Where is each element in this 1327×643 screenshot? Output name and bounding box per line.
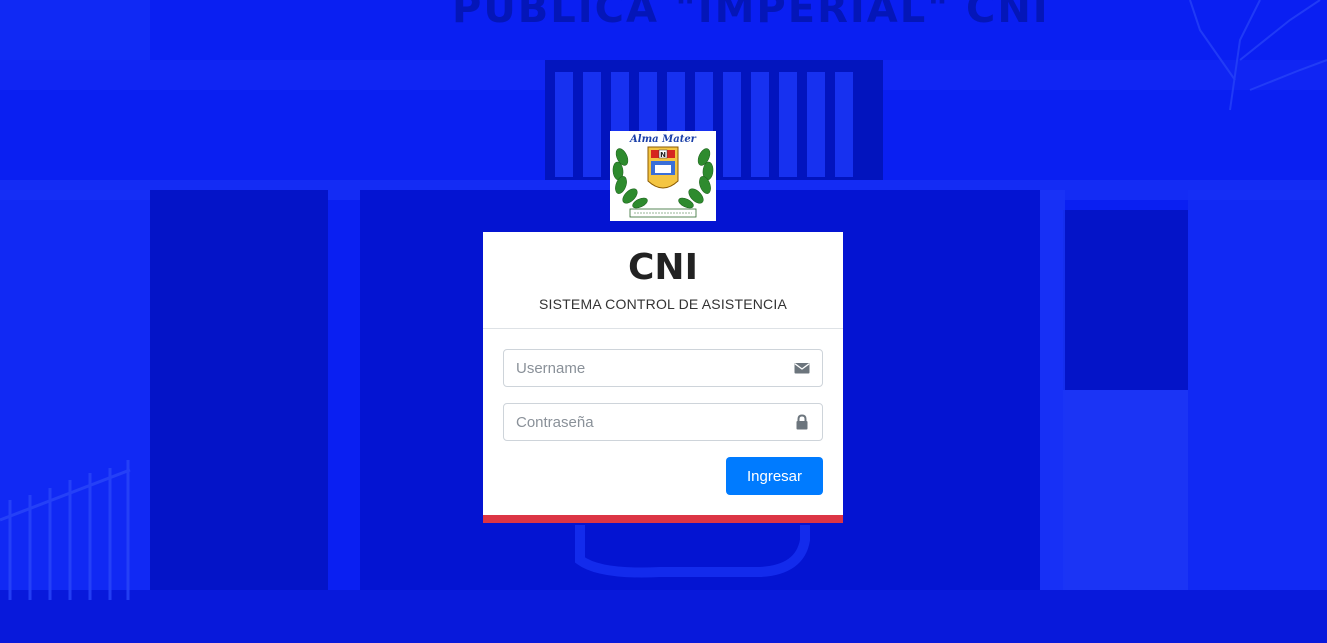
svg-text:N: N	[660, 151, 666, 159]
svg-text:Alma Mater: Alma Mater	[629, 134, 697, 145]
envelope-icon	[794, 360, 810, 376]
button-row: Ingresar	[503, 457, 823, 495]
login-card: CNI SISTEMA CONTROL DE ASISTENCIA Ing	[483, 232, 843, 523]
lock-icon	[794, 414, 810, 430]
school-crest-icon: Alma Mater N	[612, 134, 714, 218]
login-submit-button[interactable]: Ingresar	[726, 457, 823, 495]
system-subtitle: SISTEMA CONTROL DE ASISTENCIA	[539, 296, 787, 312]
username-input[interactable]	[504, 350, 784, 386]
school-logo: Alma Mater N	[610, 131, 716, 221]
brand-title: CNI	[628, 247, 698, 288]
background-sign-text: PUBLICA "IMPERIAL" CNI	[452, 0, 1050, 32]
card-accent-bar	[483, 515, 843, 523]
password-input[interactable]	[504, 404, 784, 440]
username-input-group	[503, 349, 823, 387]
login-form: Ingresar	[483, 329, 843, 495]
login-card-header: CNI SISTEMA CONTROL DE ASISTENCIA	[483, 232, 843, 329]
password-input-group	[503, 403, 823, 441]
